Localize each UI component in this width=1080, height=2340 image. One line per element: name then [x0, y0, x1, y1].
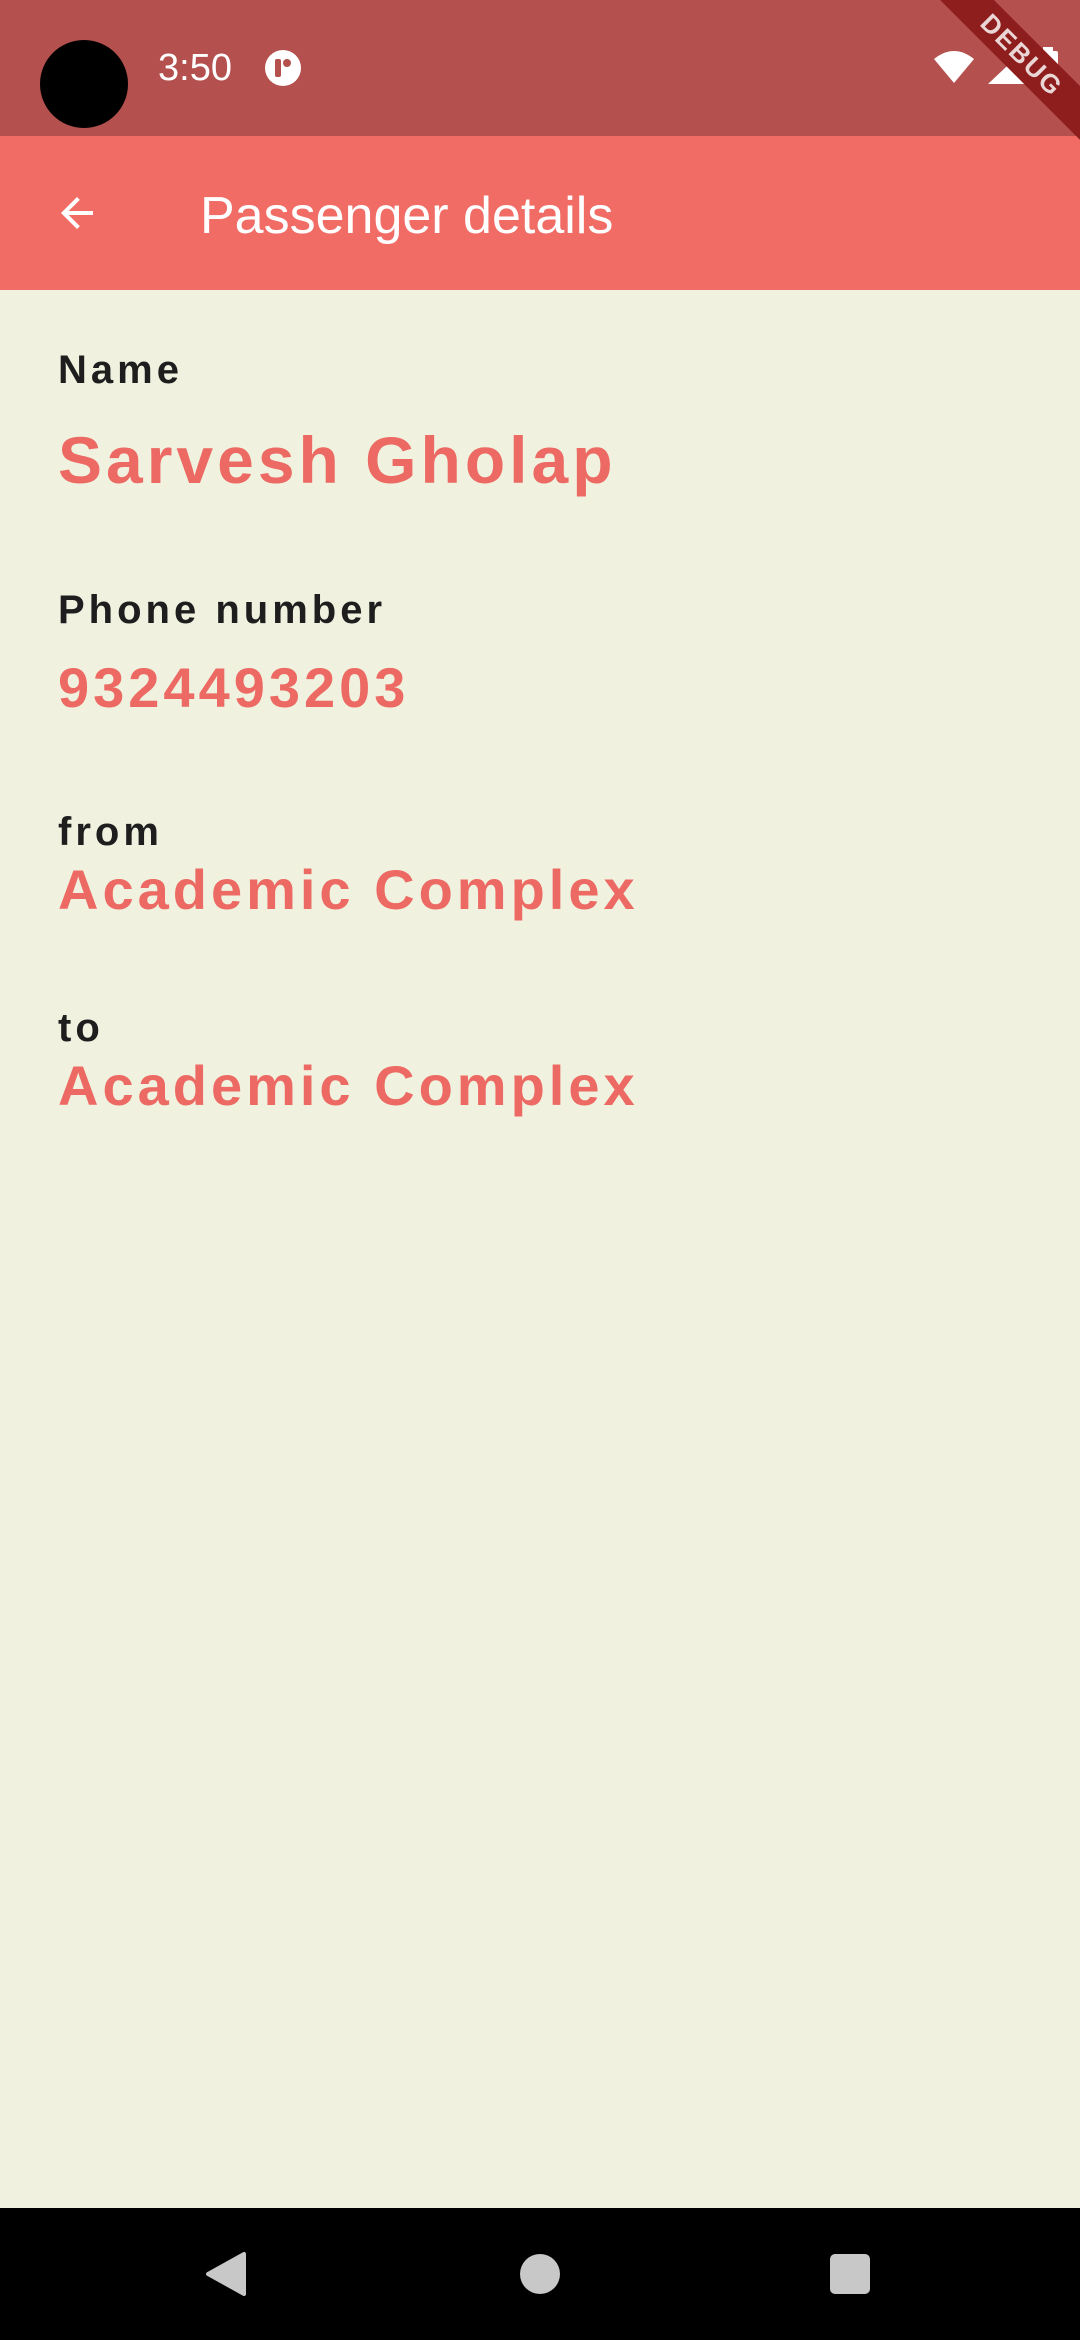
- status-time: 3:50: [158, 47, 232, 89]
- square-recents-icon: [830, 2254, 870, 2294]
- app-bar: Passenger details: [0, 136, 1080, 290]
- wifi-icon: [934, 51, 974, 83]
- phone-value: 9324493203: [58, 656, 410, 719]
- circle-home-icon: [520, 2254, 560, 2294]
- page-title: Passenger details: [200, 187, 614, 245]
- name-value: Sarvesh Gholap: [58, 423, 617, 497]
- from-label: from: [58, 810, 163, 854]
- battery-icon: [1038, 47, 1058, 87]
- status-bar: 3:50: [0, 0, 1080, 136]
- from-value: Academic Complex: [58, 858, 639, 921]
- arrow-back-icon: [61, 197, 93, 229]
- camera-cutout: [40, 40, 128, 128]
- system-nav-bar: [0, 2208, 1080, 2340]
- back-button[interactable]: [34, 170, 120, 256]
- phone-label: Phone number: [58, 588, 387, 632]
- nav-home-button[interactable]: [494, 2228, 586, 2320]
- triangle-back-icon: [206, 2252, 246, 2296]
- nav-back-button[interactable]: [180, 2228, 272, 2320]
- name-label: Name: [58, 348, 183, 392]
- to-label: to: [58, 1006, 104, 1050]
- app-notification-icon: [265, 50, 301, 86]
- cell-signal-icon: [988, 50, 1024, 84]
- status-icons: [932, 44, 1060, 90]
- to-value: Academic Complex: [58, 1054, 639, 1117]
- nav-recents-button[interactable]: [804, 2228, 896, 2320]
